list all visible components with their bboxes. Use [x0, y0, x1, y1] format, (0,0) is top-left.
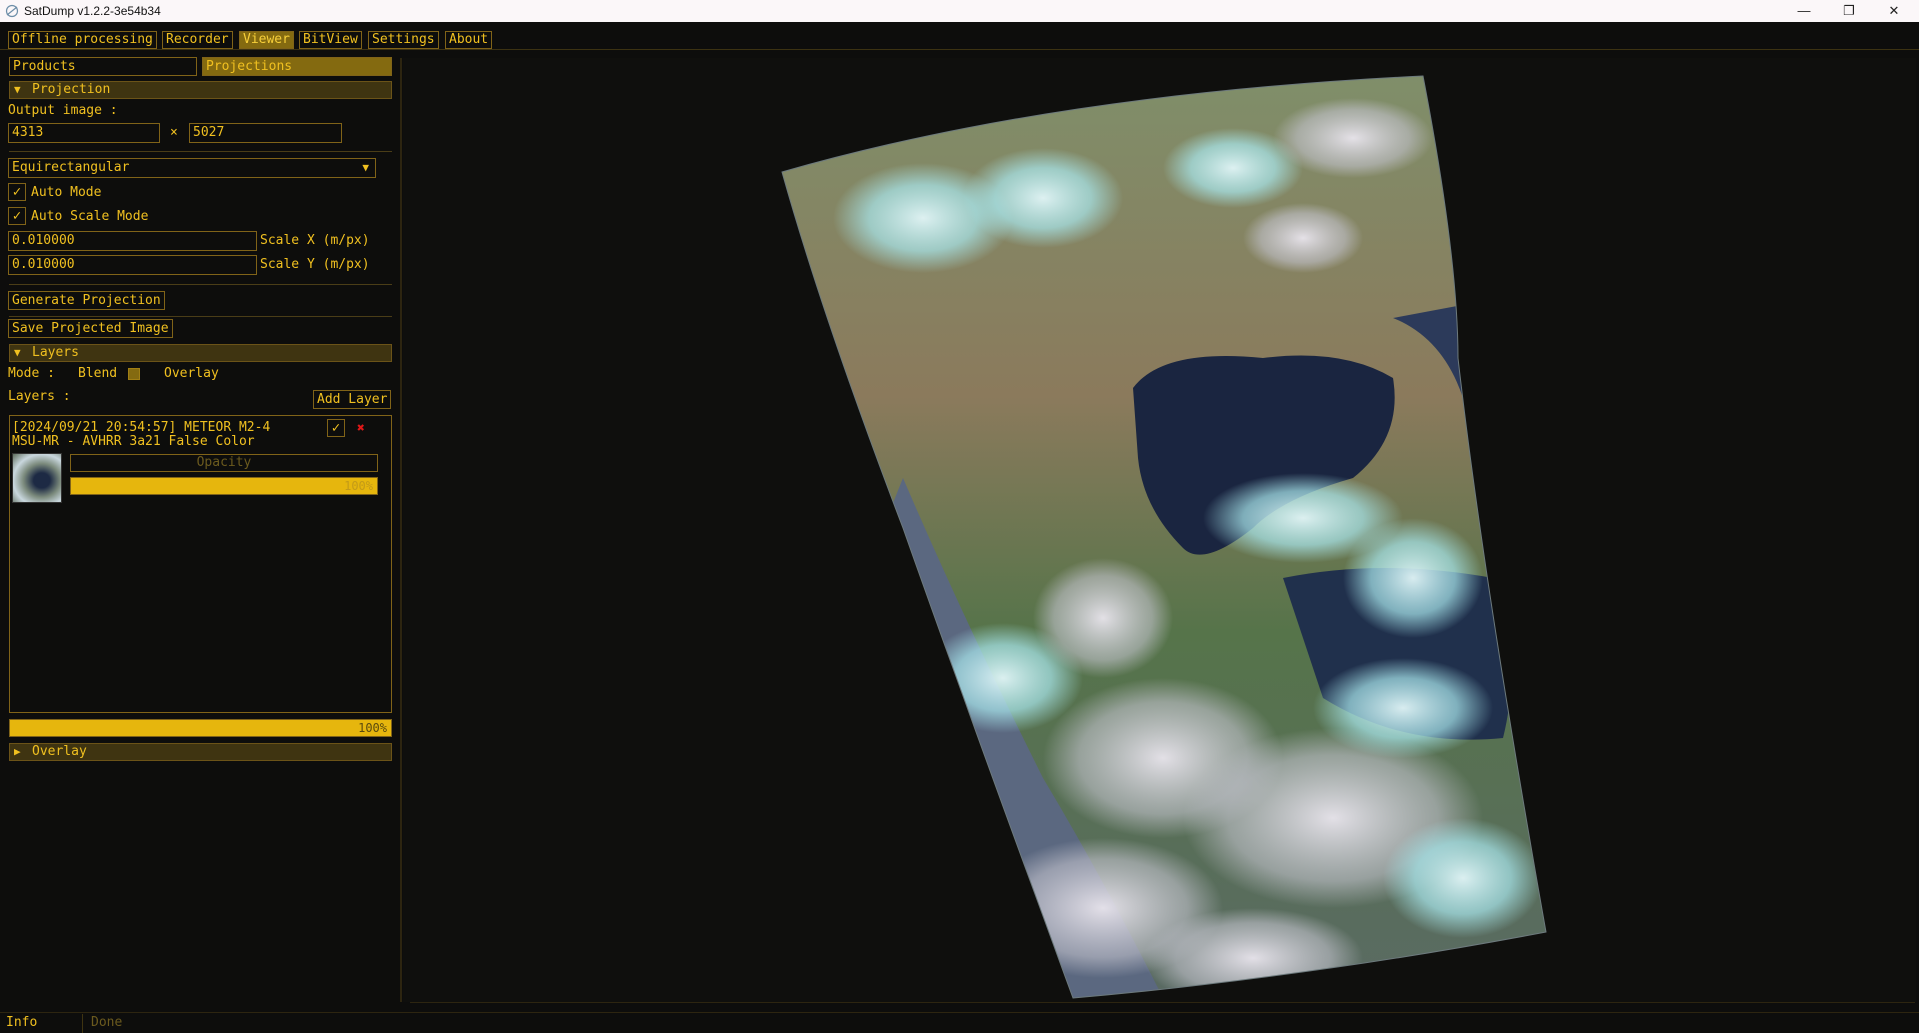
mode-overlay-label[interactable]: Overlay [164, 366, 219, 382]
scale-y-label: Scale Y (m/px) [260, 257, 370, 272]
chevron-down-icon: ▼ [362, 161, 369, 174]
add-layer-button[interactable]: Add Layer [313, 390, 392, 409]
projection-progress-text: 100% [358, 721, 387, 735]
status-info-label: Info [6, 1015, 38, 1030]
close-icon[interactable]: ✕ [1871, 0, 1917, 22]
tab-about[interactable]: About [445, 31, 493, 49]
scale-y-input[interactable]: 0.010000 [8, 255, 257, 275]
projected-satellite-image [781, 75, 1547, 999]
projection-type-value: Equirectangular [12, 160, 130, 175]
section-divider [9, 151, 392, 152]
scale-x-label: Scale X (m/px) [260, 233, 370, 248]
opacity-value: 100% [344, 479, 373, 493]
generate-projection-button[interactable]: Generate Projection [8, 291, 165, 310]
auto-mode-checkbox[interactable]: ✓ [8, 183, 26, 201]
opacity-label: Opacity [70, 454, 378, 472]
mode-blend-label[interactable]: Blend [78, 366, 117, 382]
tab-viewer[interactable]: Viewer [239, 31, 294, 49]
tab-offline-processing[interactable]: Offline processing [8, 31, 157, 49]
window-titlebar: SatDump v1.2.2-3e54b34 — ❐ ✕ [0, 0, 1919, 22]
opacity-slider-fill [71, 478, 377, 494]
minimize-icon[interactable]: — [1781, 0, 1827, 22]
layer-thumbnail [12, 453, 62, 503]
auto-scale-mode-label: Auto Scale Mode [31, 209, 149, 224]
status-bar: Info Done [0, 1012, 1919, 1033]
opacity-slider[interactable]: 100% [70, 477, 378, 495]
mode-toggle[interactable] [128, 368, 140, 380]
status-divider [82, 1014, 83, 1033]
tab-recorder[interactable]: Recorder [162, 31, 233, 49]
maximize-icon[interactable]: ❐ [1826, 0, 1872, 22]
output-height-input[interactable]: 5027 [189, 123, 342, 143]
chevron-down-icon: ▼ [14, 83, 21, 96]
projection-viewer[interactable] [403, 58, 1916, 1002]
viewer-bottom-border [410, 1002, 1915, 1003]
subtab-products[interactable]: Products [9, 57, 197, 76]
window-title: SatDump v1.2.2-3e54b34 [24, 4, 161, 18]
projection-type-select[interactable]: Equirectangular ▼ [8, 158, 376, 178]
remove-layer-icon[interactable]: ✖ [357, 421, 365, 437]
times-sign: × [170, 125, 178, 140]
section-divider [9, 316, 392, 317]
projection-progress-bar: 100% [9, 719, 392, 737]
layer-enable-checkbox[interactable]: ✓ [327, 419, 345, 437]
output-image-label: Output image : [8, 103, 118, 118]
section-divider [9, 284, 392, 285]
panel-splitter[interactable] [400, 58, 402, 1002]
layer-title-line2: MSU-MR - AVHRR 3a21 False Color [12, 434, 255, 449]
subtab-projections[interactable]: Projections [202, 57, 392, 76]
save-projected-image-button[interactable]: Save Projected Image [8, 319, 173, 338]
layers-header-label: Layers [32, 345, 79, 360]
tab-settings[interactable]: Settings [368, 31, 439, 49]
chevron-down-icon: ▼ [14, 346, 21, 359]
projection-header-label: Projection [32, 82, 111, 97]
status-message: Done [91, 1015, 123, 1030]
output-width-input[interactable]: 4313 [8, 123, 160, 143]
satdump-app-icon [5, 4, 19, 18]
scale-x-input[interactable]: 0.010000 [8, 231, 257, 251]
layers-section-header[interactable]: ▼ Layers [9, 344, 392, 362]
tab-bitview[interactable]: BitView [299, 31, 362, 49]
projection-progress-fill [10, 720, 391, 736]
mode-label: Mode : [8, 366, 55, 381]
overlay-section-header[interactable]: ▶ Overlay [9, 743, 392, 761]
auto-mode-label: Auto Mode [31, 185, 102, 200]
chevron-right-icon: ▶ [14, 745, 21, 758]
overlay-header-label: Overlay [32, 744, 87, 759]
auto-scale-mode-checkbox[interactable]: ✓ [8, 207, 26, 225]
projection-section-header[interactable]: ▼ Projection [9, 81, 392, 99]
layers-list-label: Layers : [8, 389, 71, 404]
